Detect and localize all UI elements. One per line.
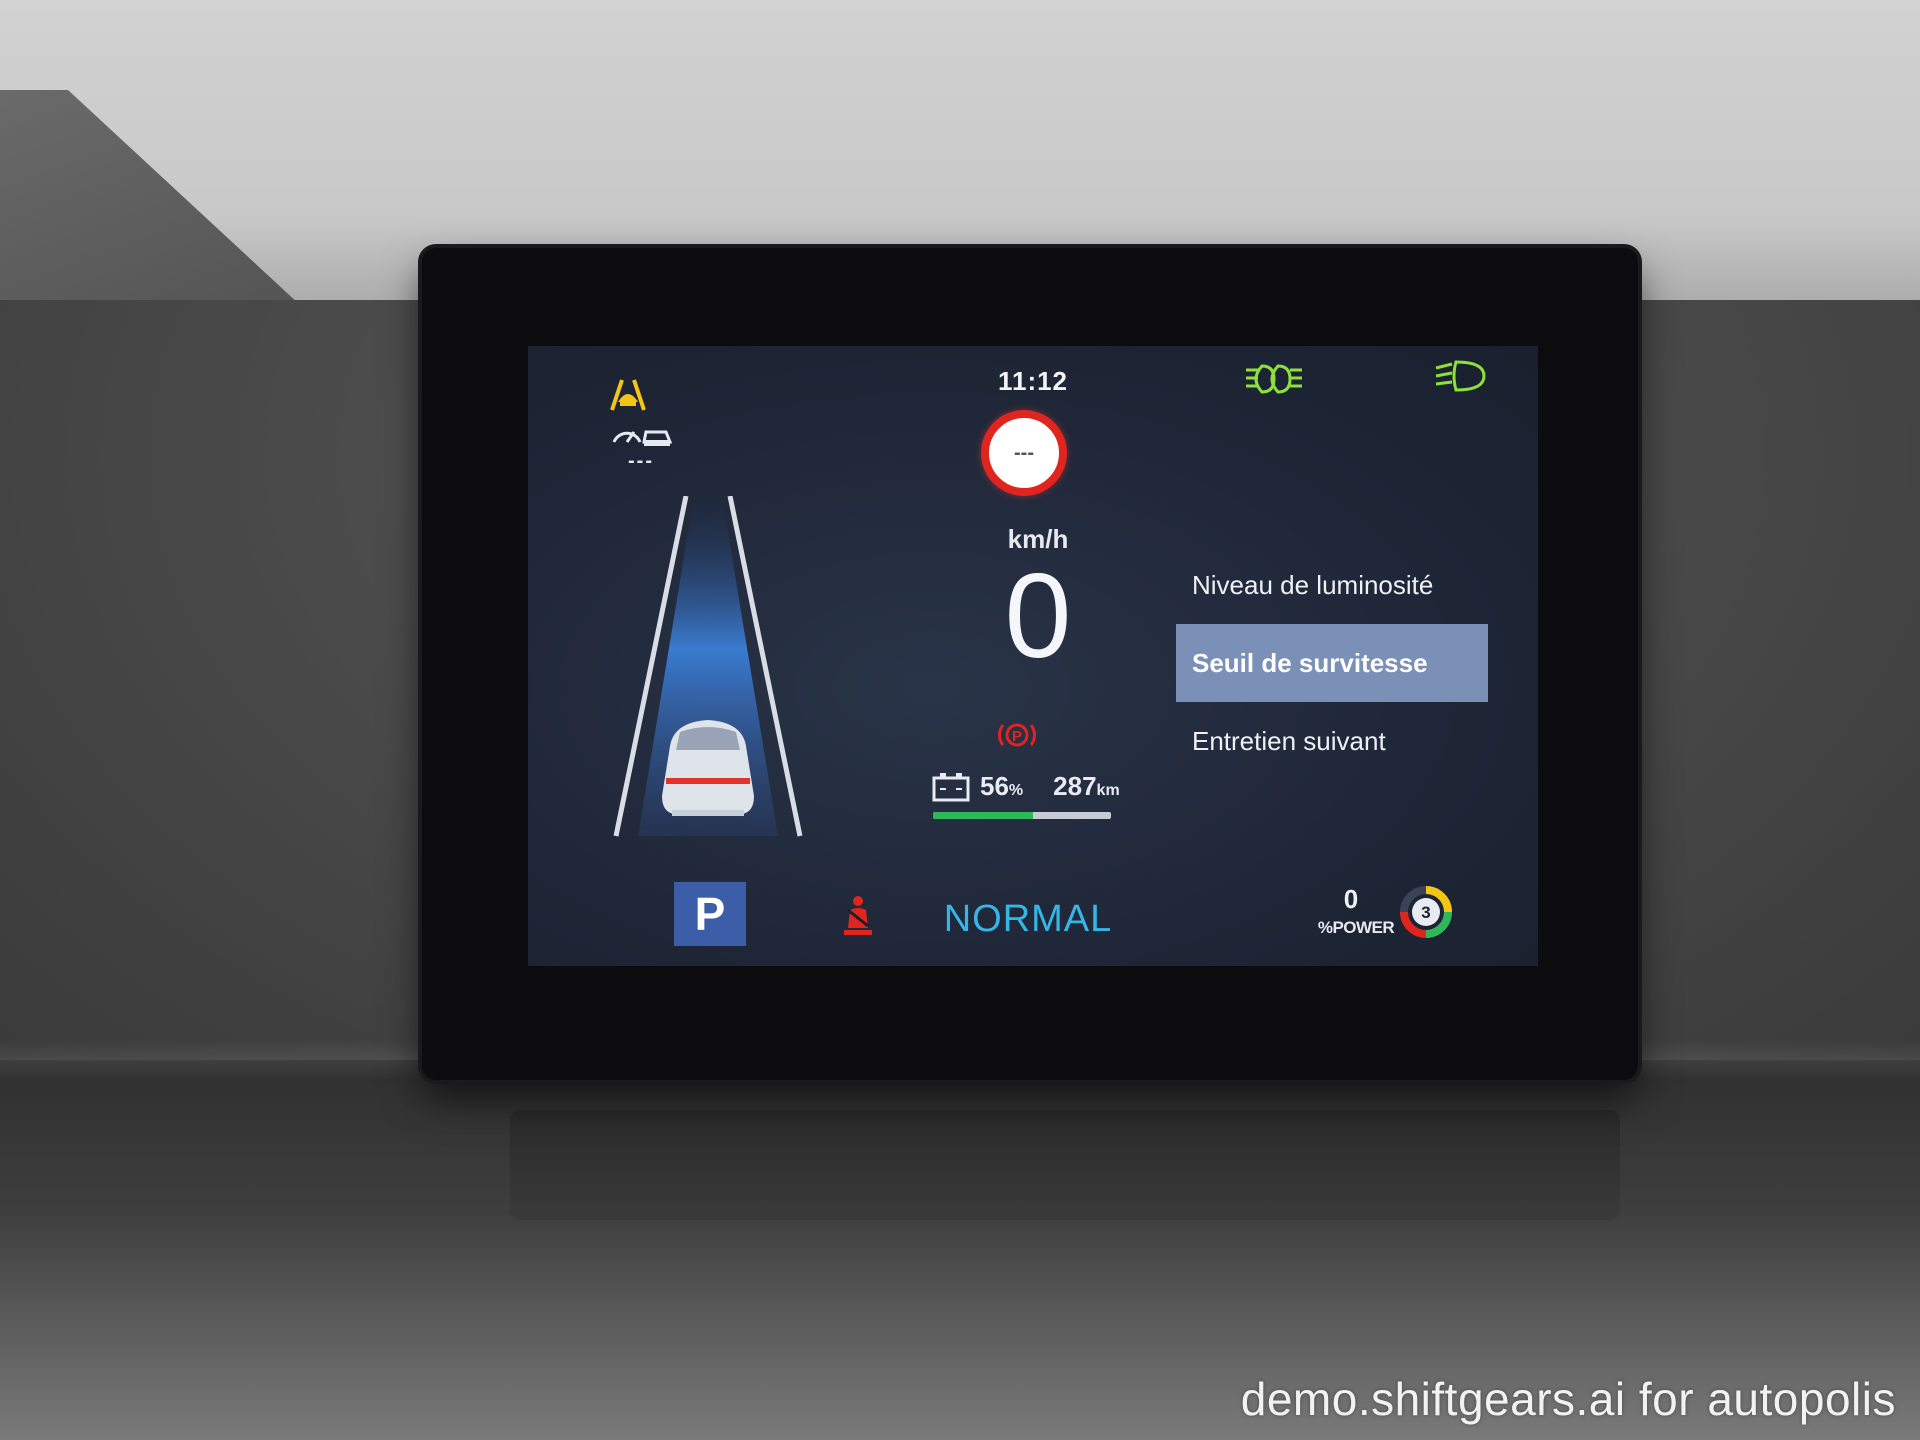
- acc-setting-value: ---: [628, 450, 654, 472]
- instrument-cluster-screen: --- 11:12 --- km/h 0 P 56% 287km Niveau …: [528, 346, 1538, 966]
- menu-item-next-service[interactable]: Entretien suivant: [1176, 702, 1506, 780]
- seatbelt-warning-icon: [844, 896, 872, 935]
- battery-range-row: 56% 287km: [932, 766, 1120, 802]
- low-beam-icon: [1246, 364, 1302, 394]
- battery-range: 287km: [1053, 771, 1120, 801]
- menu-item-overspeed-threshold[interactable]: Seuil de survitesse: [1176, 624, 1488, 702]
- menu-item-label: Entretien suivant: [1192, 725, 1386, 756]
- battery-level-bar: [933, 812, 1111, 819]
- battery-icon: [932, 773, 970, 802]
- clock: 11:12: [997, 366, 1069, 396]
- speed-limit-sign: ---: [981, 410, 1067, 496]
- settings-menu: Niveau de luminosité Seuil de survitesse…: [1176, 546, 1506, 780]
- gear-indicator: P: [674, 882, 746, 946]
- watermark: demo.shiftgears.ai for autopolis: [1240, 1373, 1896, 1425]
- menu-item-label: Niveau de luminosité: [1192, 569, 1434, 600]
- battery-percent: 56%: [980, 771, 1024, 801]
- svg-text:P: P: [1012, 728, 1022, 745]
- dashboard-ledge: [510, 1110, 1620, 1220]
- power-gauge-number: 3: [1421, 903, 1430, 922]
- power-value: 0: [1343, 884, 1359, 914]
- power-gauge-icon: 3: [1400, 886, 1452, 938]
- power-label: %POWER: [1317, 918, 1395, 937]
- menu-item-brightness[interactable]: Niveau de luminosité: [1176, 546, 1506, 624]
- road-lane-visual: [613, 496, 803, 837]
- adaptive-cruise-icon: [612, 430, 673, 446]
- speedometer-value: 0: [1004, 549, 1072, 683]
- lane-departure-icon: [610, 379, 646, 411]
- menu-item-label: Seuil de survitesse: [1192, 647, 1428, 678]
- ego-car-icon: [662, 720, 754, 816]
- drive-mode: NORMAL: [943, 898, 1113, 940]
- parking-brake-icon: P: [998, 723, 1036, 747]
- auto-headlight-icon: [1435, 360, 1486, 392]
- battery-level-fill: [933, 812, 1033, 819]
